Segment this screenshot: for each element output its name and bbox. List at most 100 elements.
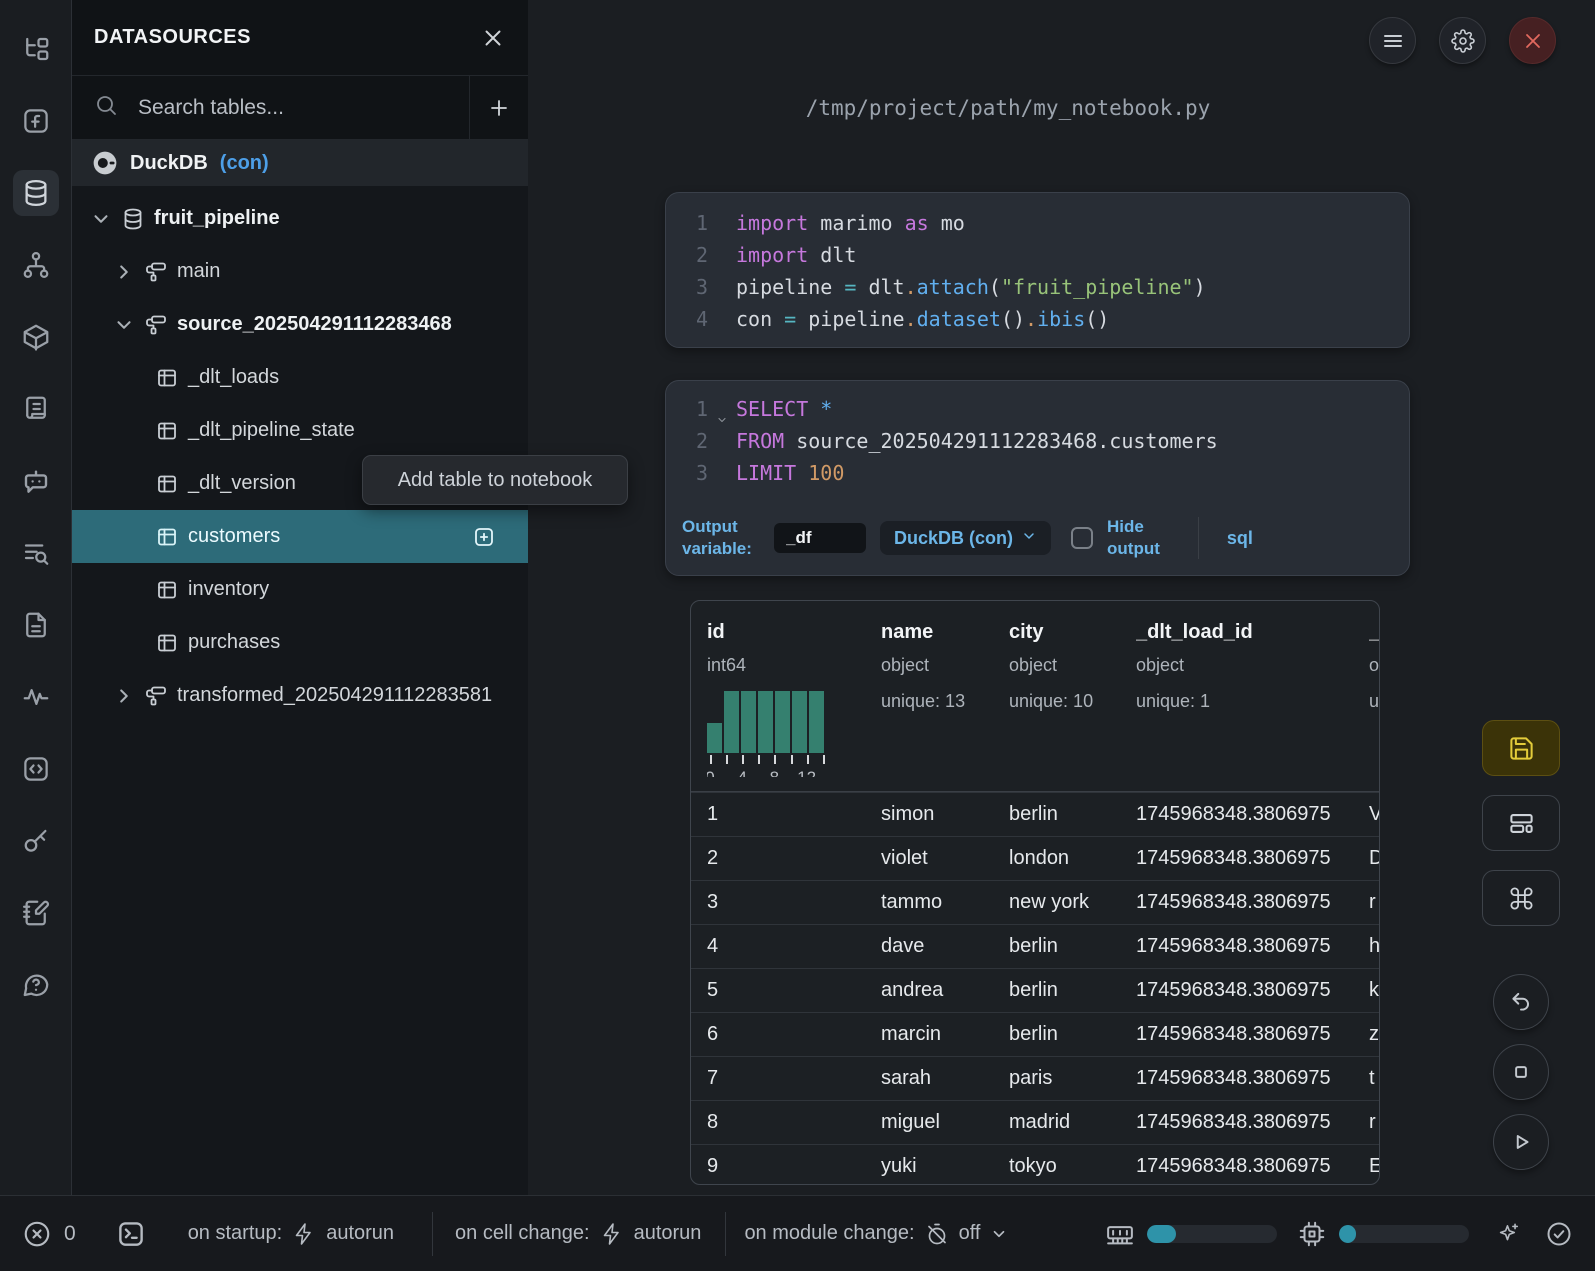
chevron-down-icon [1021,528,1037,549]
fold-chevron-icon[interactable] [716,403,728,415]
tree-item-purchases[interactable]: purchases [72,616,528,669]
notebook-pen-icon [21,898,51,928]
tree-item-transformed_202504291112283581[interactable]: transformed_202504291112283581 [72,669,528,722]
undo-icon [1508,989,1535,1016]
line-number: 4 [666,303,714,335]
terminal-icon[interactable] [116,1219,146,1249]
table-row: 1simonberlin1745968348.3806975V [691,792,1379,836]
startup-setting[interactable]: on startup: autorun [188,1222,394,1246]
histogram-bar [792,691,807,753]
layout-button[interactable] [1482,795,1560,851]
close-icon[interactable] [480,25,506,51]
table-row: 8miguelmadrid1745968348.3806975r [691,1100,1379,1144]
rail-item-activity-icon[interactable] [13,674,59,720]
stop-button[interactable] [1493,1044,1549,1100]
chevron-down-icon[interactable] [90,208,112,230]
search-box[interactable] [72,76,470,139]
code-line[interactable]: 3LIMIT 100 [666,457,1409,489]
tree-item-customers[interactable]: customers [72,510,528,563]
rail-item-org-chart-icon[interactable] [13,242,59,288]
column-header-city[interactable]: city objectunique: 10 [1009,617,1136,777]
table-cell: sarah [865,1067,993,1090]
status-bar: 0 on startup: autorun on cell change: au… [0,1195,1595,1271]
add-table-to-notebook-button[interactable] [472,525,496,549]
sql-cell[interactable]: 1SELECT *2FROM source_202504291112283468… [665,380,1410,576]
undo-button[interactable] [1493,974,1549,1030]
code-line[interactable]: 1SELECT * [666,393,1409,425]
code-token: marimo [808,211,904,235]
code-line[interactable]: 2import dlt [666,239,1409,271]
datasources-header: DATASOURCES [72,0,528,76]
rail-item-code-square-icon[interactable] [13,746,59,792]
table-cell: paris [993,1067,1120,1090]
table-cell: 1745968348.3806975 [1120,1111,1353,1134]
column-header-name[interactable]: name objectunique: 13 [881,617,1009,777]
file-tree-icon [21,34,51,64]
tree-item-inventory[interactable]: inventory [72,563,528,616]
save-button[interactable] [1482,720,1560,776]
cpu-usage [1297,1219,1469,1249]
run-button[interactable] [1493,1114,1549,1170]
rail-item-database-icon[interactable] [13,170,59,216]
output-variable-input[interactable] [774,523,866,553]
code-line[interactable]: 1import marimo as mo [666,207,1409,239]
command-palette-button[interactable] [1482,870,1560,926]
python-cell[interactable]: 1import marimo as mo2import dlt3pipeline… [665,192,1410,348]
tree-item-fruit_pipeline[interactable]: fruit_pipeline [72,192,528,245]
histogram-bar [741,691,756,753]
tree-item-main[interactable]: main [72,245,528,298]
column-header-_dlt_id[interactable]: _dlt_id objectunique: 13 [1369,617,1380,777]
connected-check-icon[interactable] [1545,1220,1573,1248]
tree-item-_dlt_pipeline_state[interactable]: _dlt_pipeline_state [72,404,528,457]
table-cell: 5 [691,979,865,1002]
hide-output-checkbox[interactable] [1071,527,1093,549]
chevron-right-icon[interactable] [113,685,135,707]
column-header-_dlt_load_id[interactable]: _dlt_load_id objectunique: 1 [1136,617,1369,777]
code-line[interactable]: 4con = pipeline.dataset().ibis() [666,303,1409,335]
histogram-bar [724,691,739,753]
help-bubble-icon [21,970,51,1000]
connection-row[interactable]: DuckDB (con) [72,140,528,186]
code-line[interactable]: 2FROM source_202504291112283468.customer… [666,425,1409,457]
function-square-icon [21,106,51,136]
rail-item-list-search-icon[interactable] [13,530,59,576]
chevron-down-icon[interactable] [113,314,135,336]
table-icon [155,578,179,602]
code-line[interactable]: 3pipeline = dlt.attach("fruit_pipeline") [666,271,1409,303]
rail-item-file-tree-icon[interactable] [13,26,59,72]
cell-change-setting[interactable]: on cell change: autorun [455,1222,701,1246]
rail-item-notebook-pen-icon[interactable] [13,890,59,936]
add-datasource-button[interactable] [470,76,528,139]
module-change-setting[interactable]: on module change: off [744,1222,1008,1246]
tree-item-label: _dlt_loads [188,366,279,389]
column-header-id[interactable]: id int6404812 [707,617,881,777]
shutdown-button[interactable] [1509,17,1556,64]
rail-item-scroll-icon[interactable] [13,386,59,432]
search-input[interactable] [138,96,438,120]
rail-item-function-square-icon[interactable] [13,98,59,144]
rail-item-file-text-icon[interactable] [13,602,59,648]
rail-item-bot-chat-icon[interactable] [13,458,59,504]
table-cell: miguel [865,1111,993,1134]
tree-item-source_202504291112283468[interactable]: source_202504291112283468 [72,298,528,351]
rail-item-key-icon[interactable] [13,818,59,864]
notebook-path: /tmp/project/path/my_notebook.py [528,96,1488,120]
code-token: = [844,275,856,299]
table-cell: r [1353,891,1380,914]
errors-icon[interactable] [22,1219,52,1249]
code-token: pipeline [736,275,844,299]
tree-item-label: inventory [188,578,269,601]
activity-icon [21,682,51,712]
tree-item-label: main [177,260,220,283]
tree-item-_dlt_loads[interactable]: _dlt_loads [72,351,528,404]
schema-icon [144,260,168,284]
ai-sparkle-icon[interactable] [1495,1221,1521,1247]
rail-item-help-bubble-icon[interactable] [13,962,59,1008]
rail-item-cube-icon[interactable] [13,314,59,360]
hide-output-label: Hide output [1107,516,1160,560]
chevron-right-icon[interactable] [113,261,135,283]
chevron-down-icon [990,1225,1008,1243]
engine-select[interactable]: DuckDB (con) [880,521,1051,555]
menu-button[interactable] [1369,17,1416,64]
settings-button[interactable] [1439,17,1486,64]
